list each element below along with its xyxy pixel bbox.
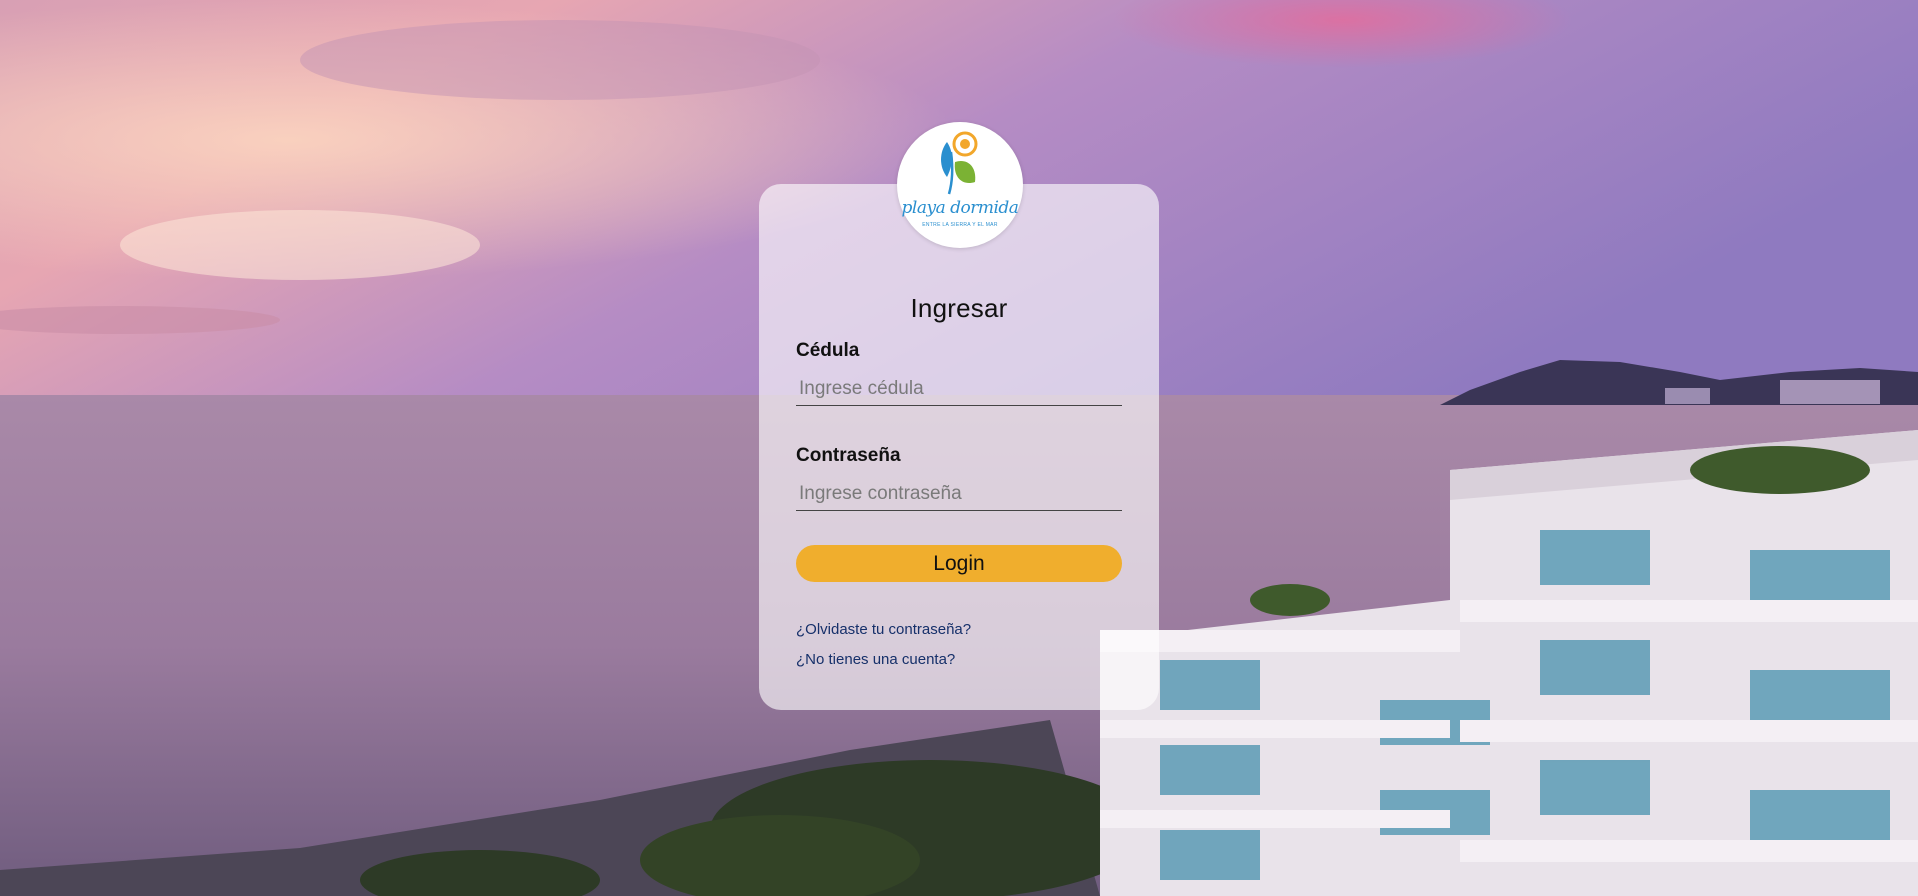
playa-dormida-logo: playa dormida ENTRE LA SIERRA Y EL MAR bbox=[897, 122, 1023, 248]
cedula-input[interactable] bbox=[796, 372, 1122, 406]
logo-wordmark: playa dormida bbox=[901, 198, 1019, 218]
password-label: Contraseña bbox=[796, 445, 901, 466]
login-card: Ingresar Cédula Contraseña Login ¿Olvida… bbox=[759, 184, 1159, 710]
password-input[interactable] bbox=[796, 477, 1122, 511]
login-title: Ingresar bbox=[910, 293, 1008, 324]
forgot-password-link[interactable]: ¿Olvidaste tu contraseña? bbox=[796, 621, 971, 638]
cedula-label: Cédula bbox=[796, 340, 860, 361]
logo-tagline: ENTRE LA SIERRA Y EL MAR bbox=[922, 222, 998, 228]
palm-sun-logo-icon bbox=[941, 131, 978, 195]
login-button[interactable]: Login bbox=[796, 545, 1122, 582]
register-link[interactable]: ¿No tienes una cuenta? bbox=[796, 651, 955, 668]
